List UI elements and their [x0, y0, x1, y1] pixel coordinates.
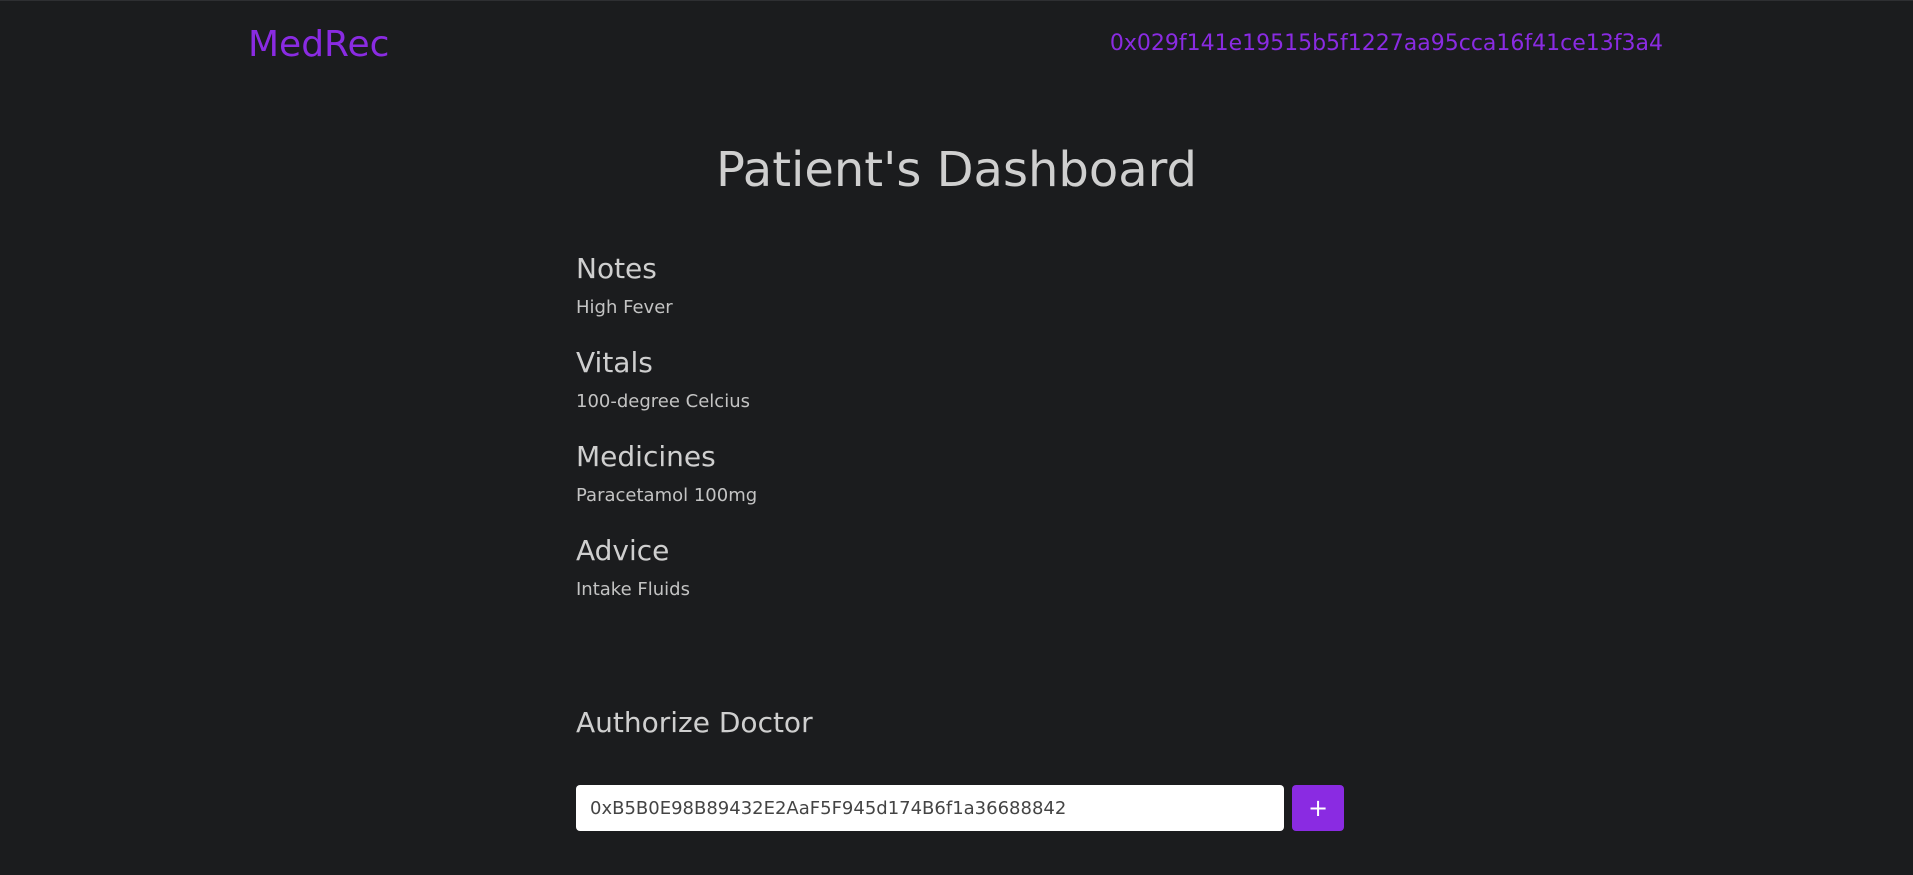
records-section: Notes High Fever Vitals 100-degree Celci…	[576, 249, 1336, 625]
doctor-address-input[interactable]	[576, 785, 1284, 831]
authorize-doctor-form: +	[576, 785, 1344, 831]
brand-logo[interactable]: MedRec	[248, 23, 389, 67]
authorize-doctor-button[interactable]: +	[1292, 785, 1344, 831]
record-heading: Advice	[576, 534, 670, 567]
record-heading: Vitals	[576, 346, 653, 379]
record-value: Paracetamol 100mg	[576, 485, 758, 506]
record-medicines: Medicines Paracetamol 100mg	[576, 437, 1336, 511]
app-page: MedRec 0x029f141e19515b5f1227aa95cca16f4…	[0, 0, 1913, 875]
record-advice: Advice Intake Fluids	[576, 531, 1336, 605]
record-heading: Medicines	[576, 440, 716, 473]
record-vitals: Vitals 100-degree Celcius	[576, 343, 1336, 417]
record-value: High Fever	[576, 297, 673, 318]
account-address: 0x029f141e19515b5f1227aa95cca16f41ce13f3…	[1109, 31, 1663, 56]
record-value: Intake Fluids	[576, 579, 690, 600]
record-value: 100-degree Celcius	[576, 391, 750, 412]
record-notes: Notes High Fever	[576, 249, 1336, 323]
record-heading: Notes	[576, 252, 657, 285]
authorize-doctor-title: Authorize Doctor	[576, 706, 813, 739]
page-title: Patient's Dashboard	[715, 142, 1197, 198]
